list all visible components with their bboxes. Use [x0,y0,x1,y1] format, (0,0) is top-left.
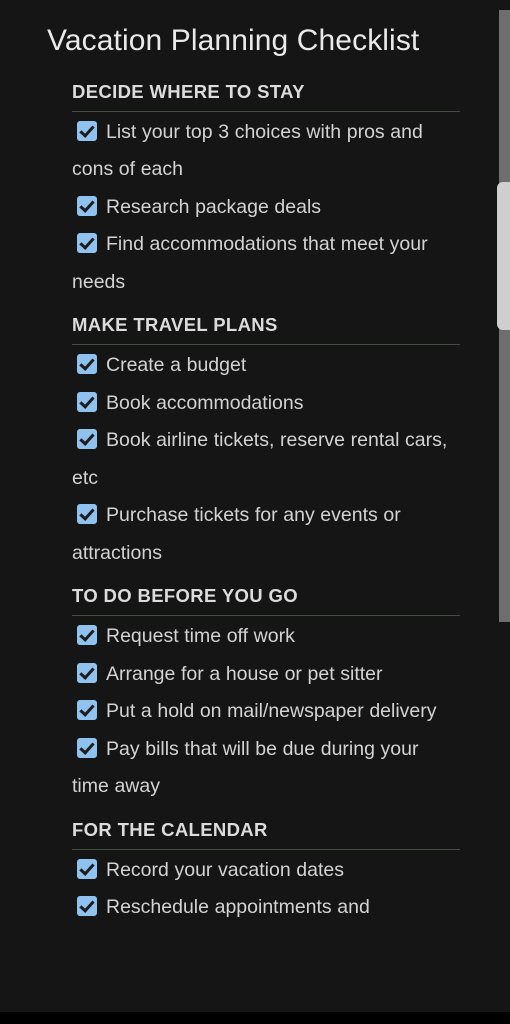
checkbox-checked-icon[interactable] [77,354,97,375]
section-divider [72,110,460,112]
checkbox-checked-icon[interactable] [77,233,97,254]
page-title: Vacation Planning Checklist [47,24,420,57]
checklist-item-label: Book airline tickets, reserve rental car… [72,429,448,489]
section-heading: MAKE TRAVEL PLANS [72,314,278,336]
checkbox-checked-icon[interactable] [77,429,97,450]
checklist-sections: DECIDE WHERE TO STAY List your top 3 choi… [0,68,490,927]
section-divider [72,344,460,346]
screen-bottom-edge [0,1012,510,1024]
checklist-item[interactable]: Arrange for a house or pet sitter [72,656,460,694]
checkbox-checked-icon[interactable] [77,120,97,141]
checkbox-checked-icon[interactable] [77,858,97,879]
checklist-app-window: Vacation Planning Checklist DECIDE WHERE… [0,0,510,1024]
checklist-item[interactable]: Reschedule appointments and [72,889,460,927]
checklist-item[interactable]: Request time off work [72,618,460,656]
checklist-item-label: Research package deals [106,195,322,218]
checklist-item[interactable]: List your top 3 choices with pros and co… [72,114,460,189]
section-heading: DECIDE WHERE TO STAY [72,80,305,102]
checklist-item-label: Purchase tickets for any events or attra… [72,504,401,564]
checklist-item[interactable]: Pay bills that will be due during your t… [72,731,460,806]
checkbox-checked-icon[interactable] [77,662,97,683]
checklist-item-label: List your top 3 choices with pros and co… [72,120,423,181]
checkbox-checked-icon[interactable] [77,504,97,525]
checklist-item-label: Put a hold on mail/newspaper delivery [106,700,437,723]
checkbox-checked-icon[interactable] [77,700,97,721]
checkbox-checked-icon[interactable] [77,625,97,646]
section-heading: TO DO BEFORE YOU GO [72,585,298,607]
checklist-item[interactable]: Research package deals [72,189,460,227]
checkbox-checked-icon[interactable] [77,391,97,412]
checklist-section: FOR THE CALENDAR Record your vacation dat… [0,806,490,927]
checklist-section: TO DO BEFORE YOU GO Request time off work… [0,572,490,806]
checklist-item[interactable]: Create a budget [72,347,460,385]
checklist-item-label: Pay bills that will be due during your t… [72,737,419,798]
checklist-item[interactable]: Find accommodations that meet your needs [72,226,460,301]
checkbox-checked-icon[interactable] [77,737,97,758]
checklist-list: List your top 3 choices with pros and co… [72,114,460,302]
checklist-item-label: Request time off work [106,625,295,648]
section-divider [72,615,460,617]
checklist-list: Create a budget Book accommodations Book a… [72,347,460,572]
checklist-item[interactable]: Record your vacation dates [72,852,460,890]
checklist-list: Record your vacation dates Reschedule app… [72,852,460,927]
checklist-section: MAKE TRAVEL PLANS Create a budget Book acc… [0,301,490,572]
checklist-list: Request time off work Arrange for a house… [72,618,460,806]
checklist-item-label: Find accommodations that meet your needs [72,233,428,293]
scrollbar-thumb[interactable] [497,182,510,330]
section-heading: FOR THE CALENDAR [72,818,268,840]
checkbox-checked-icon[interactable] [77,195,97,216]
checklist-item[interactable]: Book airline tickets, reserve rental car… [72,422,460,497]
section-divider [72,848,460,850]
checklist-item-label: Book accommodations [106,391,304,414]
checklist-item-label: Create a budget [106,354,247,377]
checklist-content: Vacation Planning Checklist DECIDE WHERE… [0,0,490,927]
checklist-section: DECIDE WHERE TO STAY List your top 3 choi… [0,68,490,302]
checklist-item-label: Record your vacation dates [106,858,344,881]
checkbox-checked-icon[interactable] [77,896,97,917]
checklist-item-label: Arrange for a house or pet sitter [106,662,383,685]
checklist-item[interactable]: Put a hold on mail/newspaper delivery [72,693,460,731]
checklist-item-label: Reschedule appointments and [106,896,370,919]
checklist-item[interactable]: Purchase tickets for any events or attra… [72,497,460,572]
checklist-item[interactable]: Book accommodations [72,385,460,423]
